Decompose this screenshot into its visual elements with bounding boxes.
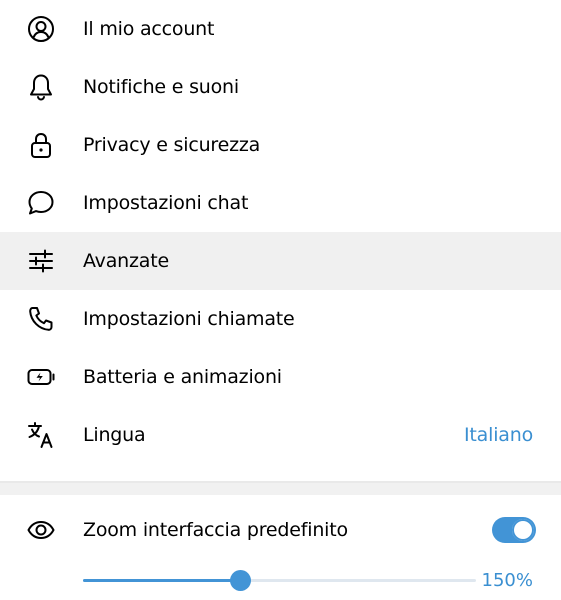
menu-item-language[interactable]: Lingua Italiano	[0, 406, 561, 464]
slider-fill	[83, 579, 241, 582]
menu-item-notifications[interactable]: Notifiche e suoni	[0, 58, 561, 116]
lock-icon	[26, 130, 56, 160]
menu-item-label: Impostazioni chat	[83, 192, 249, 214]
settings-menu: Il mio account Notifiche e suoni Privacy…	[0, 0, 561, 464]
zoom-value: 150%	[481, 570, 533, 591]
menu-item-label: Privacy e sicurezza	[83, 134, 261, 156]
sliders-icon	[26, 246, 56, 276]
menu-item-calls[interactable]: Impostazioni chiamate	[0, 290, 561, 348]
menu-item-label: Lingua	[83, 424, 146, 446]
zoom-toggle[interactable]	[492, 517, 536, 543]
menu-item-label: Impostazioni chiamate	[83, 308, 295, 330]
chat-bubble-icon	[26, 188, 56, 218]
translate-icon	[26, 420, 56, 450]
menu-item-label: Avanzate	[83, 250, 169, 272]
menu-item-chat-settings[interactable]: Impostazioni chat	[0, 174, 561, 232]
slider-thumb[interactable]	[230, 570, 252, 591]
zoom-label: Zoom interfaccia predefinito	[83, 519, 348, 541]
zoom-setting-row[interactable]: Zoom interfaccia predefinito	[0, 502, 561, 558]
toggle-knob	[512, 519, 534, 541]
menu-item-label: Batteria e animazioni	[83, 366, 282, 388]
menu-item-label: Notifiche e suoni	[83, 76, 239, 98]
menu-item-battery[interactable]: Batteria e animazioni	[0, 348, 561, 406]
eye-icon	[26, 515, 56, 545]
language-value[interactable]: Italiano	[464, 424, 533, 446]
section-divider	[0, 483, 561, 495]
battery-icon	[26, 362, 56, 392]
account-icon	[26, 14, 56, 44]
zoom-slider[interactable]	[83, 566, 476, 596]
menu-item-advanced[interactable]: Avanzate	[0, 232, 561, 290]
menu-item-label: Il mio account	[83, 18, 215, 40]
menu-item-privacy[interactable]: Privacy e sicurezza	[0, 116, 561, 174]
menu-item-account[interactable]: Il mio account	[0, 0, 561, 58]
phone-icon	[26, 304, 56, 334]
bell-icon	[26, 72, 56, 102]
